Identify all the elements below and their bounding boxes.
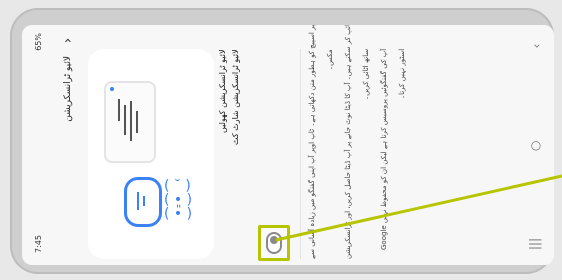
speech-bubble-icon bbox=[124, 177, 162, 227]
phone-illustration bbox=[104, 81, 156, 163]
description-line: اس ٹرانسکرپشن کو دیکھنے کیلئے اسکرین پر … bbox=[344, 25, 352, 259]
nav-back-icon[interactable]: ‹ bbox=[525, 40, 547, 53]
phone-bar bbox=[130, 101, 132, 141]
open-live-transcribe-label[interactable]: لائیو ٹرانسکرپشن کھولیں bbox=[218, 49, 227, 259]
settings-column: لائیو ٹرانسکرپشن کھولیں لائیو ٹرانسکرپشن… bbox=[218, 49, 258, 259]
status-bar: 65% 7:45 bbox=[28, 33, 48, 253]
phone-dot-icon bbox=[110, 87, 114, 91]
bubble-bar bbox=[137, 192, 139, 210]
shortcut-toggle-highlight bbox=[258, 225, 290, 261]
navigation-bar: ‹ ○ ||| bbox=[522, 35, 550, 255]
phone-bar bbox=[118, 99, 120, 121]
status-time: 7:45 bbox=[33, 235, 43, 253]
phone-bar bbox=[136, 111, 138, 133]
description-line: لائیو ٹرانسکرائب آپ کی اسکرین پر اسپیچ ک… bbox=[308, 25, 316, 259]
page-title: لائیو ٹرانسکرپشن bbox=[63, 56, 73, 122]
face-illustration-icon: ( ˘ )( •͈ )( • ) bbox=[164, 178, 193, 222]
bubble-bar bbox=[143, 196, 145, 206]
device-frame: 65% 7:45 ‹ لائیو ٹرانسکرپشن ( ˘ )( •͈ )(… bbox=[10, 8, 554, 274]
app-header: ‹ لائیو ٹرانسکرپشن bbox=[56, 33, 80, 253]
description-line: اسٹور نہیں کرتا۔ bbox=[398, 49, 406, 100]
description-line: Google آپ کی گفتگوئیں پروسیس کرتا ہے لیک… bbox=[380, 49, 388, 251]
illustration-card: ( ˘ )( •͈ )( • ) bbox=[88, 49, 214, 259]
description-line: ساتھ اٹائی کریں۔ bbox=[362, 49, 370, 101]
live-transcribe-shortcut-label[interactable]: لائیو ٹرانسکرپشن شارٹ کٹ bbox=[231, 49, 240, 259]
divider bbox=[300, 49, 301, 259]
nav-recents-icon[interactable]: ||| bbox=[525, 234, 547, 254]
description-block: لائیو ٹرانسکرائب آپ کی اسکرین پر اسپیچ ک… bbox=[308, 25, 406, 259]
nav-home-icon[interactable]: ○ bbox=[527, 134, 545, 156]
device-screen: 65% 7:45 ‹ لائیو ٹرانسکرپشن ( ˘ )( •͈ )(… bbox=[22, 25, 554, 265]
status-battery-text: 65% bbox=[33, 33, 43, 51]
shortcut-toggle[interactable] bbox=[266, 232, 282, 254]
description-line: مکس۔ bbox=[326, 49, 334, 70]
phone-bar bbox=[124, 105, 126, 135]
back-chevron-icon[interactable]: ‹ bbox=[60, 38, 75, 43]
